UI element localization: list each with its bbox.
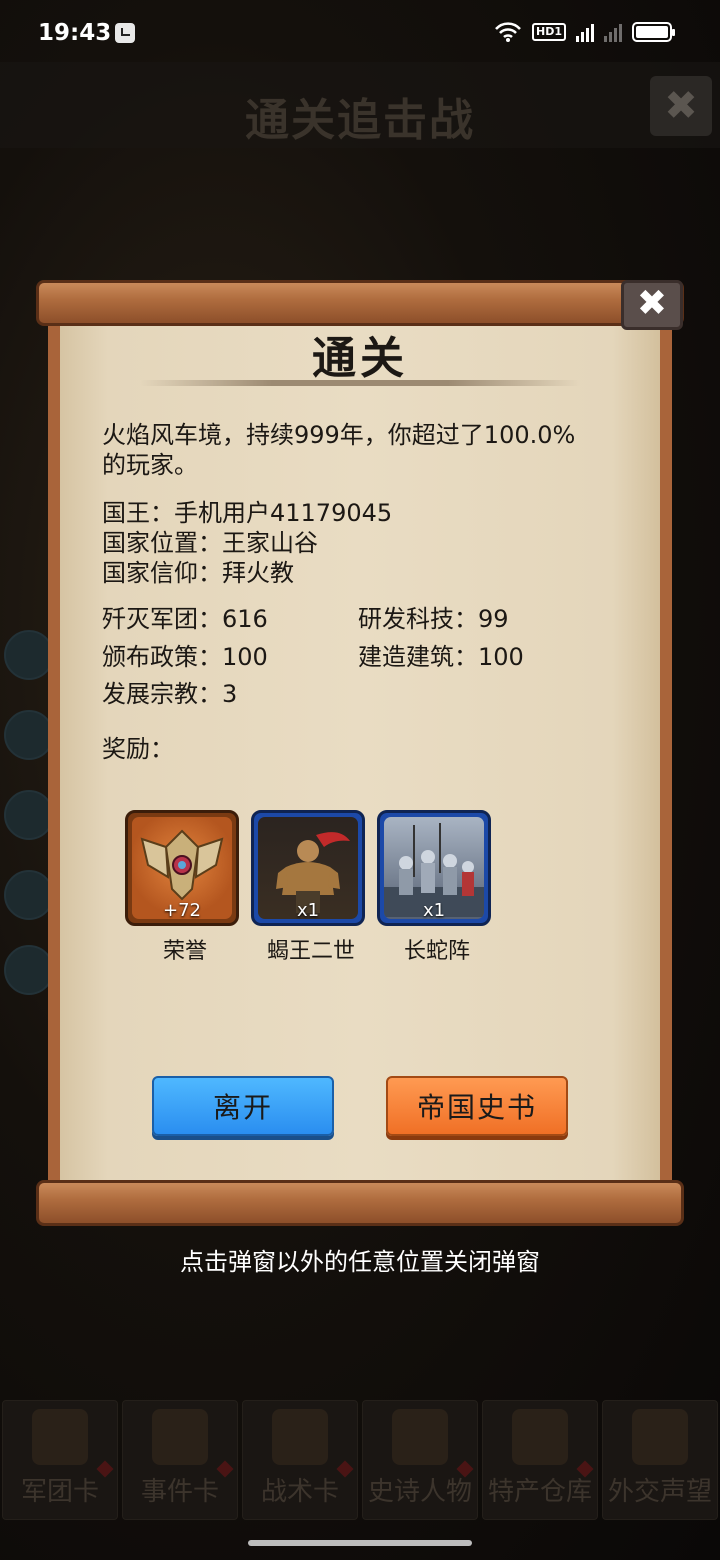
shield-icon	[272, 1409, 328, 1465]
empire-history-button[interactable]: 帝国史书	[386, 1076, 568, 1136]
dismiss-hint: 点击弹窗以外的任意位置关闭弹窗	[180, 1248, 540, 1276]
tab-diplomacy: 外交声望	[602, 1400, 718, 1520]
tab-epic-figures: 史诗人物	[362, 1400, 478, 1520]
battery-icon	[632, 22, 675, 42]
side-icon	[4, 790, 54, 840]
side-icon	[4, 945, 54, 995]
side-icon	[4, 710, 54, 760]
side-icon	[4, 870, 54, 920]
wifi-icon	[495, 22, 521, 42]
stat-religions: 发展宗教：3	[102, 680, 238, 708]
reward-name: 长蛇阵	[403, 939, 470, 964]
side-icon	[4, 630, 54, 680]
background-close-icon: ✖	[650, 76, 712, 136]
signal-icon	[576, 22, 594, 42]
stat-tech: 研发科技：99	[358, 605, 509, 633]
reward-label: 奖励：	[102, 735, 174, 763]
reward-honor[interactable]: +72 荣誉	[125, 810, 239, 964]
notification-icon	[115, 23, 135, 43]
tab-tactic-cards: 战术卡	[242, 1400, 358, 1520]
tab-legion-cards: 军团卡	[2, 1400, 118, 1520]
helmet-icon	[32, 1409, 88, 1465]
tab-specialty-warehouse: 特产仓库	[482, 1400, 598, 1520]
status-bar: 19:43 HD1	[0, 0, 720, 62]
stat-buildings: 建造建筑：100	[358, 643, 524, 671]
chest-icon	[512, 1409, 568, 1465]
scroll-rod-bottom	[36, 1180, 684, 1226]
stat-legions: 歼灭军团：616	[102, 605, 268, 633]
crown-icon	[392, 1409, 448, 1465]
clock: 19:43	[38, 20, 112, 46]
hd-icon: HD1	[532, 23, 566, 41]
title-divider	[140, 380, 580, 386]
envelope-icon	[632, 1409, 688, 1465]
king-info: 国王：手机用户41179045	[102, 499, 393, 527]
scroll-icon	[152, 1409, 208, 1465]
reward-qty: x1	[422, 900, 446, 921]
reward-qty: +72	[163, 900, 201, 921]
tab-event-cards: 事件卡	[122, 1400, 238, 1520]
reward-hero[interactable]: x1 蝎王二世	[251, 810, 365, 964]
summary-text: 火焰风车境，持续999年，你超过了100.0%的玩家。	[102, 421, 576, 479]
home-indicator[interactable]	[248, 1540, 472, 1546]
leave-button[interactable]: 离开	[152, 1076, 334, 1136]
reward-qty: x1	[296, 900, 320, 921]
close-icon: ✖	[636, 283, 668, 324]
stat-policies: 颁布政策：100	[102, 643, 268, 671]
signal-icon-2	[604, 22, 622, 42]
dialog-title: 通关	[312, 333, 408, 384]
faith-info: 国家信仰：拜火教	[102, 559, 294, 587]
background-title: 通关追击战	[245, 95, 475, 146]
scroll-rod-top	[36, 280, 684, 326]
location-info: 国家位置：王家山谷	[102, 529, 318, 557]
reward-army[interactable]: x1 长蛇阵	[377, 810, 491, 964]
bottom-tab-bar: 军团卡 事件卡 战术卡 史诗人物 特产仓库 外交声望	[0, 1400, 720, 1520]
